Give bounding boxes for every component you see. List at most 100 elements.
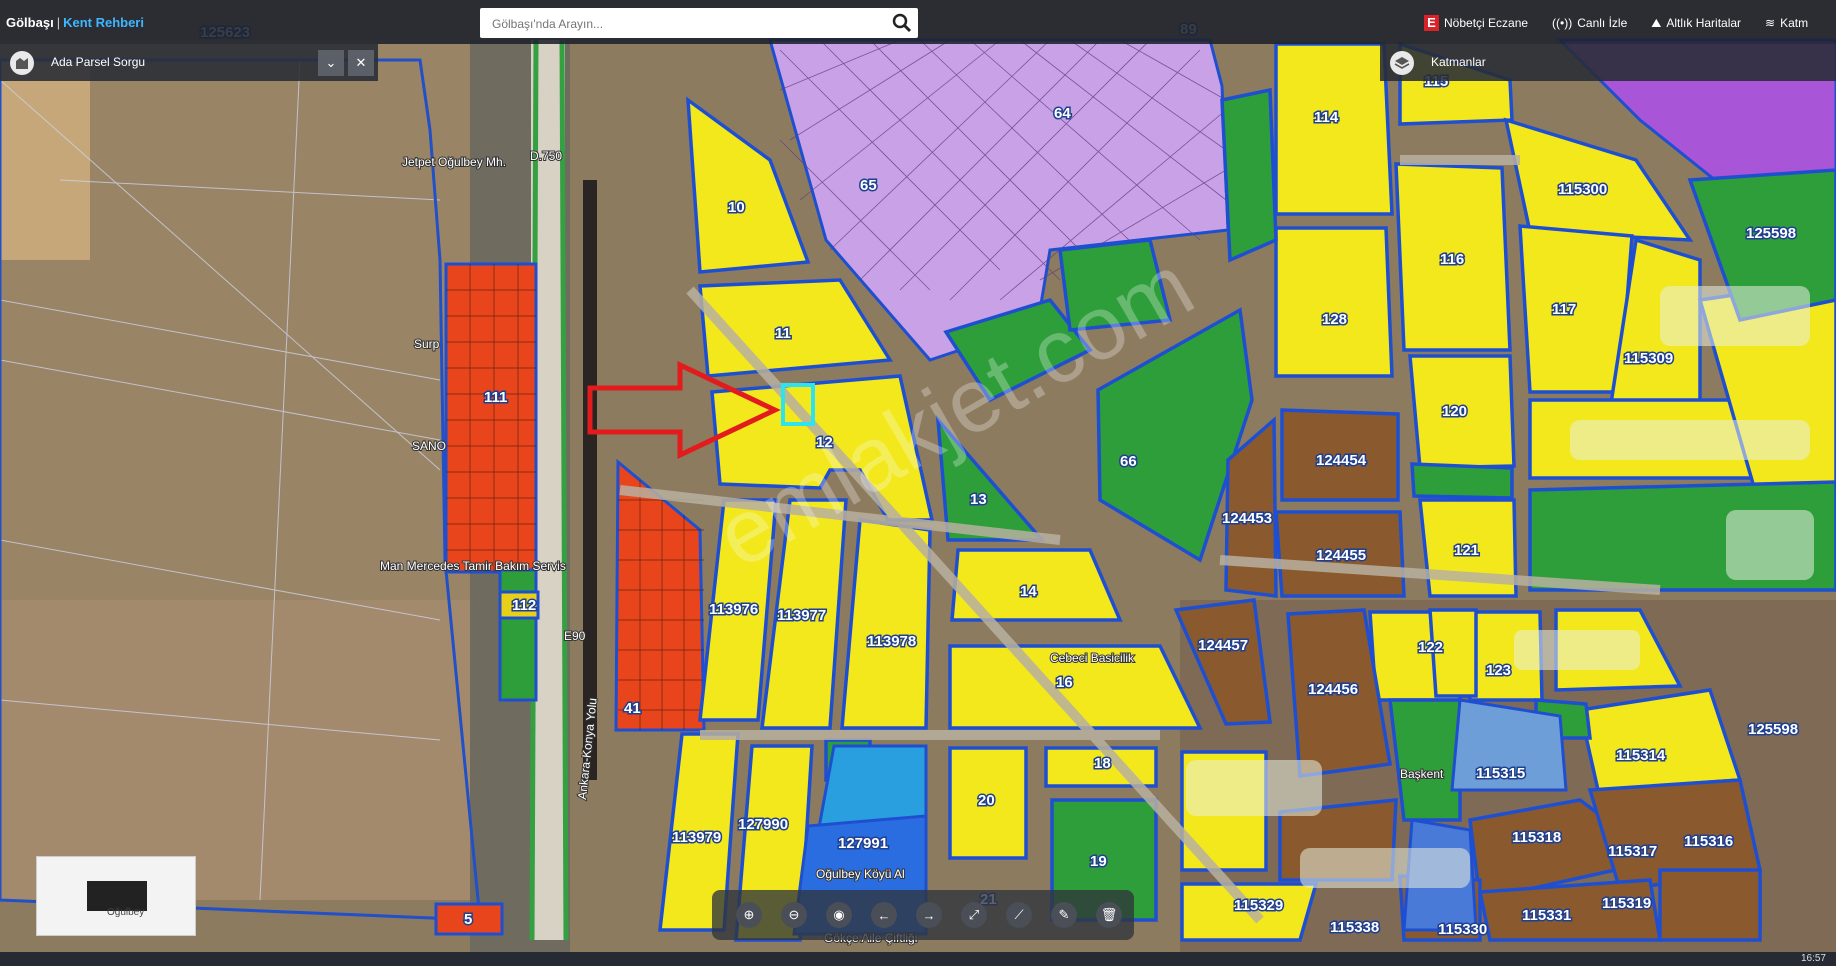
parcel-label: 125598 [1748,721,1798,738]
brand[interactable]: Gölbaşı | Kent Rehberi [6,15,144,30]
location-icon: ◉ [833,907,845,922]
panel-title: Katmanlar [1431,55,1486,69]
parcel-label: 124457 [1198,637,1248,654]
parcel-label: 16 [1056,674,1073,691]
place-label: Man Mercedes Tamir Bakım Servis [380,559,566,573]
fullscreen-button[interactable]: ⤢ [961,902,987,928]
layers-panel-icon [1390,51,1414,75]
map-canvas[interactable]: 125623 89 64 65 115 114 115300 125598 10… [0,0,1836,966]
parcel-label: 115315 [1476,765,1525,782]
live-icon: ((•)) [1552,16,1573,30]
zoom-out-button[interactable]: ⊖ [781,902,807,928]
parcel-label: 111 [484,389,507,406]
status-bar: 16:57 [0,952,1836,966]
parcel-label: 124456 [1308,681,1358,698]
parcel-label: 115318 [1512,829,1561,846]
fullscreen-icon: ⤢ [968,907,980,922]
parcel-label: 115319 [1602,895,1651,912]
zoom-out-icon: ⊖ [788,907,800,922]
parcel-label: 115330 [1438,921,1487,938]
parcel-label: 117 [1552,301,1576,318]
arrow-right-icon: → [922,907,936,923]
parcel-label: 10 [728,199,745,216]
close-icon: ✕ [355,55,367,70]
parcel-label: 122 [1418,639,1443,656]
brand-separator: | [56,15,61,30]
parcel-label: 128 [1322,311,1347,328]
pharmacy-link[interactable]: E Nöbetçi Eczane [1424,13,1528,33]
parcel-label: 115331 [1522,907,1571,924]
parcel-label: 41 [624,700,641,717]
location-button[interactable]: ◉ [826,902,852,928]
parcel-label: 116 [1440,251,1464,268]
clock: 16:57 [1800,953,1826,964]
layers-link[interactable]: ≋ Katm [1765,13,1808,33]
parcel-label: 121 [1454,542,1479,559]
place-label: SANO [412,439,446,453]
parcel-label: 115329 [1234,897,1283,914]
parcel-query-icon [10,51,34,75]
parcel-label: 123 [1486,662,1511,679]
parcel-query-panel: Ada Parsel Sorgu ⌄ ✕ [0,44,378,81]
live-link[interactable]: ((•)) Canlı İzle [1552,13,1627,33]
basemap-link[interactable]: ⛰ Altlık Haritalar [1651,13,1741,33]
search-input[interactable] [490,14,874,34]
parcel-label: 120 [1442,403,1467,420]
place-label: Jetpet Oğulbey Mh. [402,155,506,169]
parcel-label: 125598 [1746,225,1796,242]
top-links: E Nöbetçi Eczane ((•)) Canlı İzle ⛰ Altl… [1424,13,1808,33]
back-button[interactable]: ← [871,902,897,928]
parcel-label: 18 [1094,755,1111,772]
trash-icon: 🗑 [1100,907,1118,922]
brand-subtitle: Kent Rehberi [63,15,144,30]
parcel-label: 115300 [1558,181,1607,198]
collapse-button[interactable]: ⌄ [318,50,344,76]
brand-name: Gölbaşı [6,15,54,30]
parcel-label: 127990 [738,816,788,833]
parcel-label: 113977 [777,607,826,624]
draw-button[interactable]: ✎ [1051,902,1077,928]
parcel-label: 124453 [1222,510,1272,527]
forward-button[interactable]: → [916,902,942,928]
road-badge: E90 [564,629,586,643]
parcel-label: 115317 [1608,843,1657,860]
ruler-icon: ⟋ [1014,907,1024,922]
zoom-in-button[interactable]: ⊕ [736,902,762,928]
parcel-label: 115338 [1330,919,1379,936]
parcel-label: 113979 [672,829,721,846]
layers-panel: Katmanlar [1380,44,1836,81]
parcel-label: 11 [775,325,791,342]
parcel-label: 13 [970,491,987,508]
parcel-label: 5 [464,911,472,928]
pharmacy-icon: E [1424,15,1439,31]
parcel-label: 12 [816,434,833,451]
road-badge: D.750 [530,149,562,163]
place-label: Oğulbey Köyü Al [816,867,905,881]
parcel-label: 113978 [867,633,916,650]
layers-icon: ≋ [1765,16,1776,30]
parcel-label: 112 [512,597,536,614]
measure-button[interactable]: ⟋ [1006,902,1032,928]
parcel-label: 127991 [838,835,888,852]
zoom-in-icon: ⊕ [743,907,755,922]
arrow-left-icon: ← [877,907,891,923]
top-bar: Gölbaşı|Kent Rehberi E Nöbetçi Eczane ((… [0,0,1836,44]
parcel-label: 64 [1054,105,1071,122]
search-icon[interactable] [892,13,912,33]
pharmacy-label: Nöbetçi Eczane [1444,16,1529,30]
live-label: Canlı İzle [1577,16,1628,30]
place-label: Surp [414,337,440,351]
parcel-label: 124454 [1316,452,1367,469]
minimap-label: Oğulbey [107,907,145,918]
minimap[interactable]: Oğulbey [36,856,196,936]
clear-button[interactable]: 🗑 [1096,902,1122,928]
parcel-label: 124455 [1316,547,1366,564]
parcel-label: 113976 [709,601,758,618]
basemap-icon: ⛰ [1651,15,1662,30]
parcel-label: 115309 [1624,350,1673,367]
parcel-label: 20 [978,792,995,809]
parcel-label: 19 [1090,853,1107,870]
close-button[interactable]: ✕ [348,50,374,76]
place-label: Başkent [1400,767,1444,781]
basemap-label: Altlık Haritalar [1666,16,1742,30]
